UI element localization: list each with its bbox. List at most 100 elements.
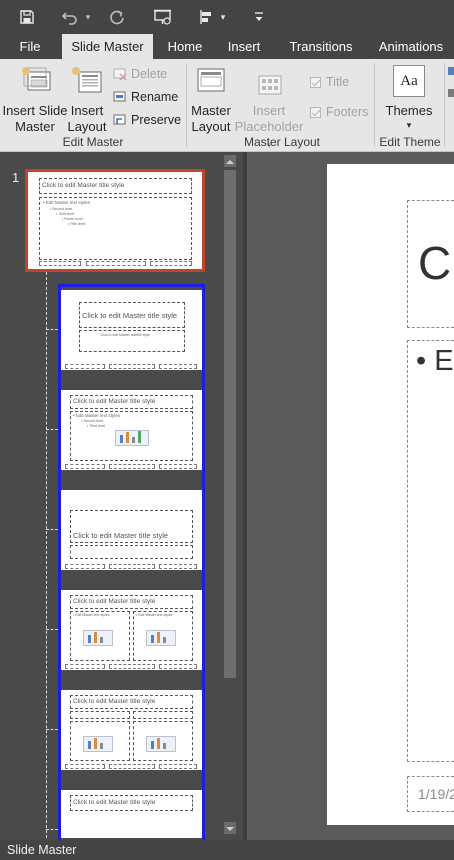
- save-icon[interactable]: [16, 6, 38, 28]
- thumbnail-scrollbar[interactable]: [221, 152, 239, 838]
- slide-title-text[interactable]: Cl: [418, 236, 454, 290]
- title-placeholder: Click to edit Master title style: [70, 795, 193, 811]
- layout-title-text: Click to edit Master title style: [73, 598, 156, 605]
- layout-tree-line: [46, 272, 47, 838]
- insert-layout-icon: [72, 67, 102, 93]
- left-content-placeholder: [70, 721, 130, 761]
- tab-home[interactable]: Home: [160, 34, 210, 59]
- body-placeholder[interactable]: [407, 340, 454, 762]
- master-layout-button[interactable]: Master Layout: [190, 63, 232, 135]
- status-bar: Slide Master: [0, 840, 454, 860]
- redo-icon[interactable]: [106, 6, 128, 28]
- layout-tree-tick: [46, 829, 58, 830]
- insert-slide-master-label-1: Insert Slide: [2, 103, 68, 118]
- group-separator: [374, 63, 375, 147]
- layout-thumbnail-title-content[interactable]: Click to edit Master title style • Edit …: [61, 390, 202, 470]
- themes-button[interactable]: Aa Themes ▾: [382, 63, 436, 135]
- scroll-up-icon[interactable]: [224, 155, 236, 167]
- colors-icon[interactable]: [448, 67, 454, 75]
- scrollbar-thumb[interactable]: [224, 170, 236, 678]
- preserve-icon: [113, 114, 126, 125]
- layout-thumbnail-comparison[interactable]: Click to edit Master title style: [61, 690, 202, 770]
- rename-icon: [113, 91, 126, 102]
- layout-thumbnail-section-header[interactable]: Click to edit Master title style: [61, 490, 202, 570]
- content-icons-icon: [146, 736, 176, 752]
- content-placeholder: • Edit Master text styles • Second level…: [70, 411, 193, 461]
- preserve-label: Preserve: [131, 113, 182, 127]
- footer-placeholder: [109, 564, 155, 569]
- date-placeholder: [39, 261, 81, 266]
- title-placeholder: Click to edit Master title style: [79, 302, 185, 328]
- master-text-level-2: • Second level: [50, 207, 73, 211]
- tab-animations[interactable]: Animations: [368, 34, 454, 59]
- delete-label: Delete: [131, 67, 168, 81]
- layout-tree-tick: [46, 429, 58, 430]
- insert-layout-label-2: Layout: [67, 119, 107, 134]
- master-text-level-1: • Edit Master text styles: [73, 413, 120, 418]
- tab-file[interactable]: File: [10, 34, 50, 59]
- slide-number-placeholder: [159, 664, 197, 669]
- title-placeholder: Click to edit Master title style: [70, 395, 193, 409]
- tab-slide-master[interactable]: Slide Master: [62, 34, 153, 59]
- title-checkbox[interactable]: Title: [310, 72, 349, 92]
- master-title-text: Click to edit Master title style: [42, 182, 125, 189]
- content-icons-icon: [83, 630, 113, 646]
- slide-number: 1: [12, 170, 20, 185]
- date-placeholder: [65, 564, 105, 569]
- tab-insert[interactable]: Insert: [220, 34, 268, 59]
- align-dropdown-icon[interactable]: ▾: [218, 6, 228, 28]
- date-placeholder: [65, 364, 105, 369]
- status-view-label: Slide Master: [7, 843, 77, 857]
- title-checkbox-box[interactable]: [310, 76, 321, 88]
- customize-icon[interactable]: [252, 6, 266, 28]
- group-label-master-layout: Master Layout: [243, 135, 321, 149]
- master-text-level-5: • Fifth level: [68, 222, 86, 226]
- themes-dropdown-icon: ▾: [406, 120, 412, 130]
- undo-icon[interactable]: [58, 6, 82, 28]
- layout-thumbnail-title-slide[interactable]: Click to edit Master title style Click t…: [61, 290, 202, 370]
- layout-tree-tick: [46, 629, 58, 630]
- master-text-level-1: • Edit Master text styles: [43, 200, 90, 205]
- layout-title-text: Click to edit Master title style: [73, 398, 156, 405]
- delete-icon: [113, 68, 127, 81]
- right-content-placeholder: • Edit Master text styles: [133, 611, 193, 661]
- left-heading-placeholder: [70, 711, 130, 719]
- insert-placeholder-button[interactable]: Insert Placeholder ▾: [232, 63, 306, 150]
- insert-layout-button[interactable]: Insert Layout: [66, 63, 108, 135]
- layout-thumbnail-two-content[interactable]: Click to edit Master title style • Edit …: [61, 590, 202, 670]
- body-placeholder: • Edit Master text styles • Second level…: [39, 197, 192, 260]
- slide-number-placeholder: [159, 564, 197, 569]
- slide-date-text[interactable]: 1/19/2: [418, 786, 454, 802]
- ribbon: Insert Slide Master Insert Layout Delete…: [0, 59, 454, 152]
- scroll-down-icon[interactable]: [224, 822, 236, 834]
- footer-placeholder: [109, 664, 155, 669]
- slide-number-placeholder: [159, 364, 197, 369]
- layout-title-text: Click to edit Master title style: [82, 311, 178, 320]
- rename-label: Rename: [131, 90, 179, 104]
- footers-checkbox[interactable]: Footers: [310, 102, 368, 122]
- rename-button[interactable]: Rename: [113, 87, 178, 107]
- preserve-button[interactable]: Preserve: [113, 110, 181, 130]
- footers-checkbox-box[interactable]: [310, 106, 321, 118]
- layout-thumbnail-title-only[interactable]: Click to edit Master title style: [61, 790, 202, 838]
- undo-dropdown-icon[interactable]: ▾: [83, 6, 93, 28]
- quick-access-toolbar: ▾ ▾: [0, 0, 454, 34]
- delete-button[interactable]: Delete: [113, 64, 167, 84]
- slide-master-thumbnail[interactable]: Click to edit Master title style • Edit …: [25, 169, 205, 272]
- title-placeholder: Click to edit Master title style: [70, 595, 193, 609]
- layout-tree-tick: [46, 729, 58, 730]
- footer-placeholder: [109, 764, 155, 769]
- layout-title-text: Click to edit Master title style: [73, 799, 156, 806]
- layout-tree-tick: [46, 529, 58, 530]
- present-icon[interactable]: [150, 6, 176, 28]
- title-checkbox-label: Title: [326, 75, 350, 89]
- insert-slide-master-button[interactable]: Insert Slide Master: [2, 63, 68, 135]
- slide-bullet-text[interactable]: • E: [416, 345, 454, 378]
- group-separator: [186, 63, 187, 147]
- date-placeholder: [65, 664, 105, 669]
- master-text-level-2: • Second level: [81, 419, 104, 423]
- align-icon[interactable]: [196, 6, 216, 28]
- insert-slide-master-icon: [22, 67, 51, 91]
- tab-transitions[interactable]: Transitions: [280, 34, 362, 59]
- fonts-icon[interactable]: [448, 89, 454, 97]
